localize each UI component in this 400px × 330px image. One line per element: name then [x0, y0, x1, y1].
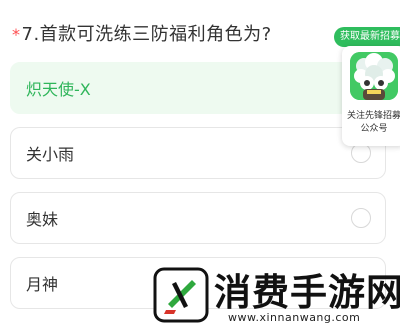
radio-button[interactable] — [351, 143, 371, 163]
option-label: 关小雨 — [26, 145, 75, 164]
option-label: 月神 — [26, 275, 59, 294]
watermark-title: 消费手游网 — [214, 270, 400, 314]
option-label: 炽天使-X — [26, 80, 91, 99]
option-3[interactable]: 奥妹 — [10, 192, 386, 244]
watermark-logo-icon — [152, 266, 210, 324]
radio-button[interactable] — [351, 208, 371, 228]
option-2[interactable]: 关小雨 — [10, 127, 386, 179]
promo-pill[interactable]: 获取最新招募 — [334, 27, 400, 47]
question-text: 7.首款可洗练三防福利角色为? — [21, 24, 272, 45]
question-title: *7.首款可洗练三防福利角色为? — [12, 20, 272, 46]
option-1[interactable]: 炽天使-X — [10, 62, 386, 114]
promo-card[interactable]: 关注先锋招募 公众号 — [342, 46, 400, 146]
option-label: 奥妹 — [26, 210, 59, 229]
required-mark: * — [12, 25, 21, 44]
watermark-url: www.xinnanwang.com — [228, 311, 361, 324]
promo-line-2: 公众号 — [360, 124, 388, 134]
mascot-icon — [350, 52, 398, 100]
promo-line-1: 关注先锋招募 — [346, 111, 400, 121]
